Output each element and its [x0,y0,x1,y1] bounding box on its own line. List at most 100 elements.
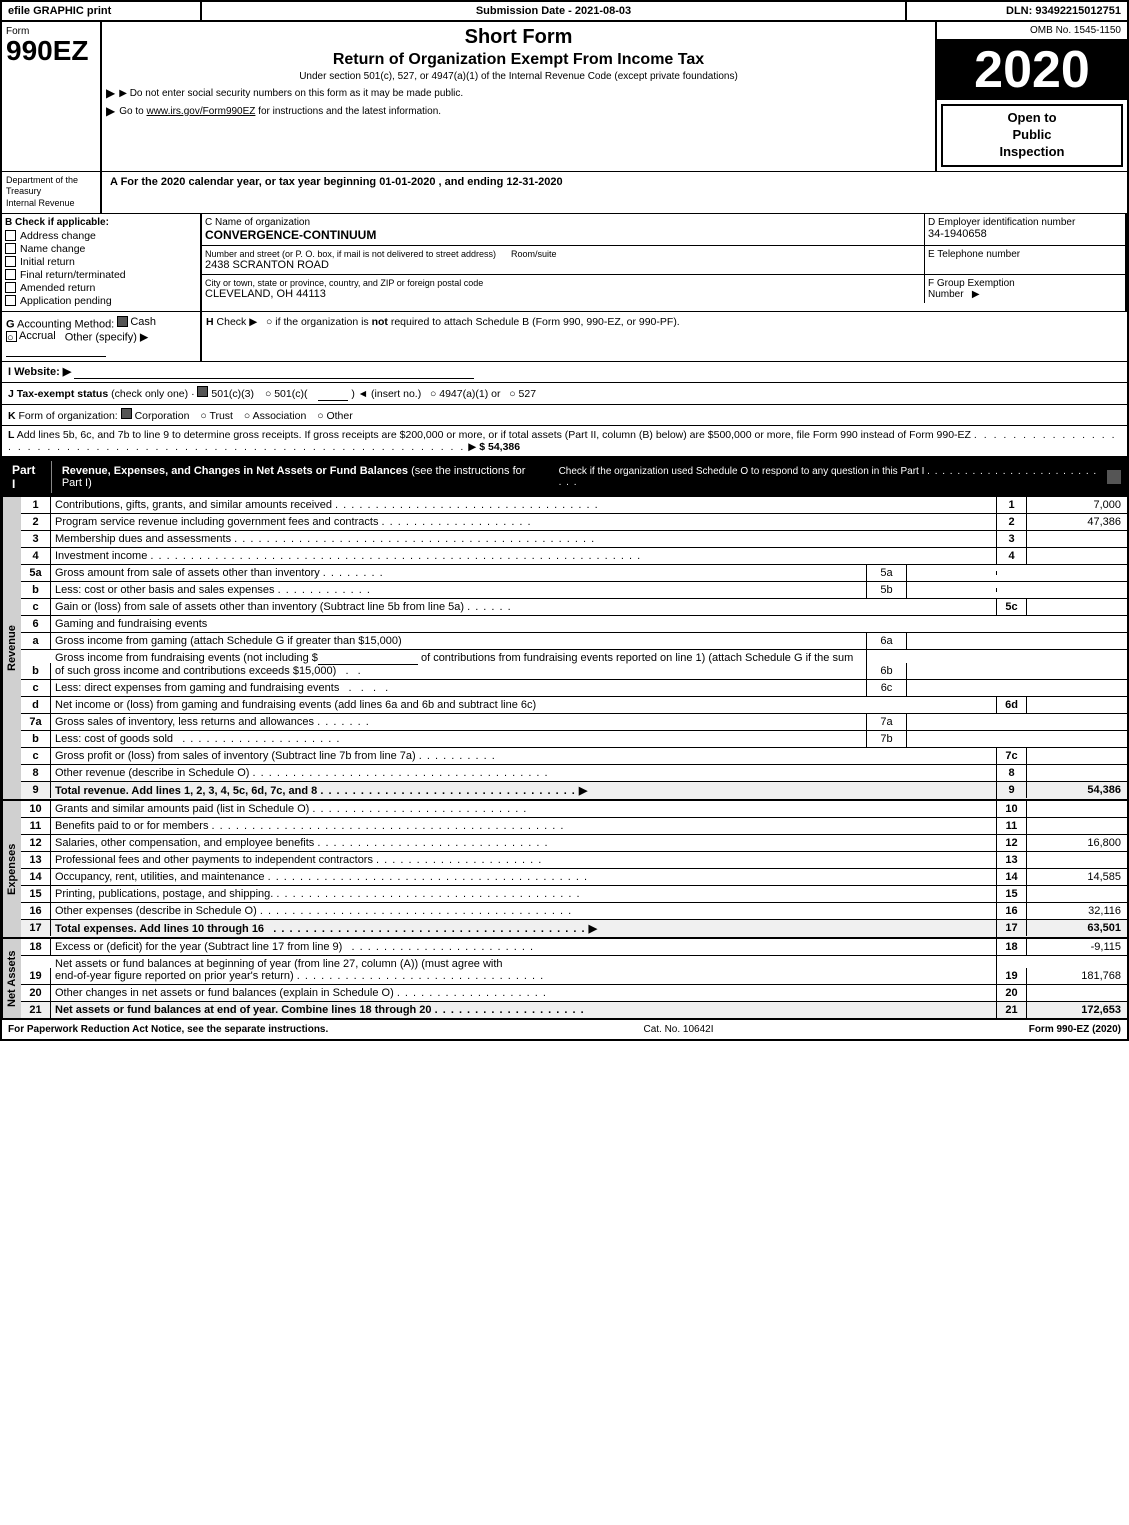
address-change-row: Address change [5,230,197,242]
street-address: 2438 SCRANTON ROAD [205,259,921,271]
line20-ref: 20 [997,985,1027,1001]
section-l-value: $ 54,386 [479,441,520,453]
line6b-sub: 6b [867,663,907,679]
dln: DLN: 93492215012751 [907,2,1127,20]
cash-checkbox[interactable] [117,316,128,327]
accrual-label: Accrual [19,330,56,342]
line2-num: 2 [21,514,51,530]
line12-desc: Salaries, other compensation, and employ… [51,835,997,851]
name-change-row: Name change [5,243,197,255]
line5b-value [907,588,997,592]
application-pending-row: Application pending [5,295,197,307]
line7b-desc: Less: cost of goods sold . . . . . . . .… [51,731,867,747]
amended-return-checkbox[interactable] [5,282,16,293]
website-underline [74,366,474,379]
line13-num: 13 [21,852,51,868]
name-change-checkbox[interactable] [5,243,16,254]
application-pending-label: Application pending [20,295,112,307]
line11-ref: 11 [997,818,1027,834]
corp-label: Corporation [135,410,190,422]
line4-value [1027,554,1127,558]
line6b-desc: Gross income from fundraising events (no… [51,650,867,679]
short-form-title: Short Form [106,26,931,49]
line14-ref: 14 [997,869,1027,885]
line2-ref: 2 [997,514,1027,530]
line15-ref: 15 [997,886,1027,902]
cash-label: Cash [130,316,156,328]
line7b-num: b [21,731,51,747]
efile-label: efile GRAPHIC print [2,2,202,20]
line16-num: 16 [21,903,51,919]
city-label: City or town, state or province, country… [205,278,921,288]
line17-value: 63,501 [1027,920,1127,936]
line14-value: 14,585 [1027,869,1127,885]
year-badge: 2020 [937,40,1127,100]
line7a-desc: Gross sales of inventory, less returns a… [51,714,867,730]
net-assets-side-label: Net Assets [2,939,21,1018]
line6d-num: d [21,697,51,713]
notice2: Go to www.irs.gov/Form990EZ for instruct… [119,106,441,117]
line7c-value [1027,754,1127,758]
street-label: Number and street (or P. O. box, if mail… [205,249,921,259]
name-change-label: Name change [20,243,85,255]
line6a-num: a [21,633,51,649]
section-d-label: D Employer identification number [928,217,1122,228]
line8-ref: 8 [997,765,1027,781]
section-c-label: C Name of organization [205,217,921,228]
line6a-sub: 6a [867,633,907,649]
line6b-num: b [21,663,51,679]
line6d-ref: 6d [997,697,1027,713]
line6c-sub: 6c [867,680,907,696]
line1-value: 7,000 [1027,497,1127,513]
line5a-value [907,571,997,575]
final-return-row: Final return/terminated [5,269,197,281]
line2-desc: Program service revenue including govern… [51,514,997,530]
line3-desc: Membership dues and assessments . . . . … [51,531,997,547]
line6a-desc: Gross income from gaming (attach Schedul… [51,633,867,649]
line5b-sub: 5b [867,582,907,598]
section-b-label: B Check if applicable: [5,217,197,228]
website-label: I Website: ▶ [8,366,71,378]
line6d-value [1027,703,1127,707]
line3-num: 3 [21,531,51,547]
line5c-ref: 5c [997,599,1027,615]
line15-value [1027,892,1127,896]
line14-desc: Occupancy, rent, utilities, and maintena… [51,869,997,885]
corp-checkbox[interactable] [121,408,132,419]
section-l-text: Add lines 5b, 6c, and 7b to line 9 to de… [17,429,971,441]
line20-desc: Other changes in net assets or fund bala… [51,985,997,1001]
line13-ref: 13 [997,852,1027,868]
line19-num: 19 [21,968,51,984]
line10-ref: 10 [997,801,1027,817]
line7a-num: 7a [21,714,51,730]
line6c-num: c [21,680,51,696]
line4-ref: 4 [997,548,1027,564]
section-j-text: (check only one) · [111,388,197,400]
line5c-num: c [21,599,51,615]
section-h-text: Check ▶ ○ if the organization is not req… [217,316,680,328]
initial-return-checkbox[interactable] [5,256,16,267]
line9-ref: 9 [997,782,1027,798]
line5c-value [1027,605,1127,609]
amended-return-label: Amended return [20,282,95,294]
initial-return-label: Initial return [20,256,75,268]
line18-num: 18 [21,939,51,955]
line7c-ref: 7c [997,748,1027,764]
application-pending-checkbox[interactable] [5,295,16,306]
line20-num: 20 [21,985,51,1001]
tax-year-line: A For the 2020 calendar year, or tax yea… [102,172,1127,213]
line5c-desc: Gain or (loss) from sale of assets other… [51,599,997,615]
section-f-label: F Group ExemptionNumber ▶ [928,278,1122,300]
amended-return-row: Amended return [5,282,197,294]
address-change-checkbox[interactable] [5,230,16,241]
line18-desc: Excess or (deficit) for the year (Subtra… [51,939,997,955]
ein: 34-1940658 [928,228,1122,240]
501c3-checkbox[interactable] [197,386,208,397]
line17-num: 17 [21,920,51,936]
line12-ref: 12 [997,835,1027,851]
final-return-checkbox[interactable] [5,269,16,280]
line6d-desc: Net income or (loss) from gaming and fun… [51,697,997,713]
line7b-sub: 7b [867,731,907,747]
accrual-checkbox[interactable]: ○ [6,331,17,342]
line12-value: 16,800 [1027,835,1127,851]
